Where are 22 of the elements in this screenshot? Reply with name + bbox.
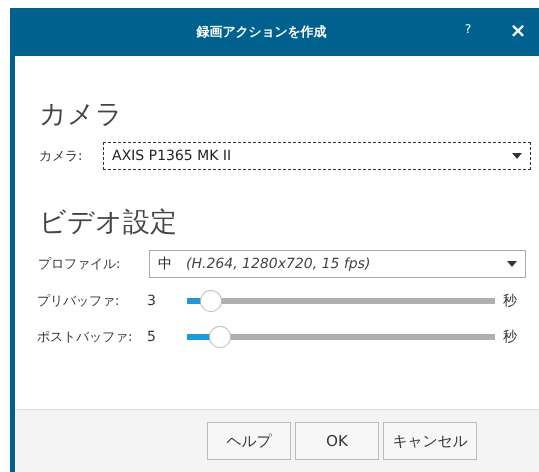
dropdown-field[interactable]: 中 (H.264, 1280x720, 15 fps): [149, 250, 526, 278]
field-label: カメラ:: [39, 148, 84, 165]
slider-thumb[interactable]: [200, 290, 222, 312]
field-label: プロファイル:: [38, 256, 122, 273]
section-heading: カメラ: [39, 98, 124, 132]
unit-label: 秒: [503, 292, 517, 310]
dropdown-field[interactable]: AXIS P1365 MK II: [103, 142, 531, 170]
dialog-button[interactable]: ヘルプ: [207, 422, 291, 460]
slider-thumb[interactable]: [208, 326, 231, 348]
field-label: プリバッファ:: [37, 293, 120, 310]
section-heading: ビデオ設定: [39, 206, 178, 240]
slider-value: 5: [147, 329, 157, 345]
dialog-button[interactable]: キャンセル: [383, 422, 477, 460]
help-button[interactable]: ?: [453, 22, 483, 36]
unit-label: 秒: [503, 328, 517, 346]
close-button[interactable]: ×: [503, 18, 533, 42]
caret-icon: [512, 153, 522, 159]
dialog-button[interactable]: OK: [295, 422, 379, 460]
window-title: 録画アクションを作成: [195, 24, 328, 41]
slider-value: 3: [147, 293, 157, 309]
field-label: ポストバッファ:: [37, 329, 134, 346]
caret-icon: [507, 261, 517, 267]
